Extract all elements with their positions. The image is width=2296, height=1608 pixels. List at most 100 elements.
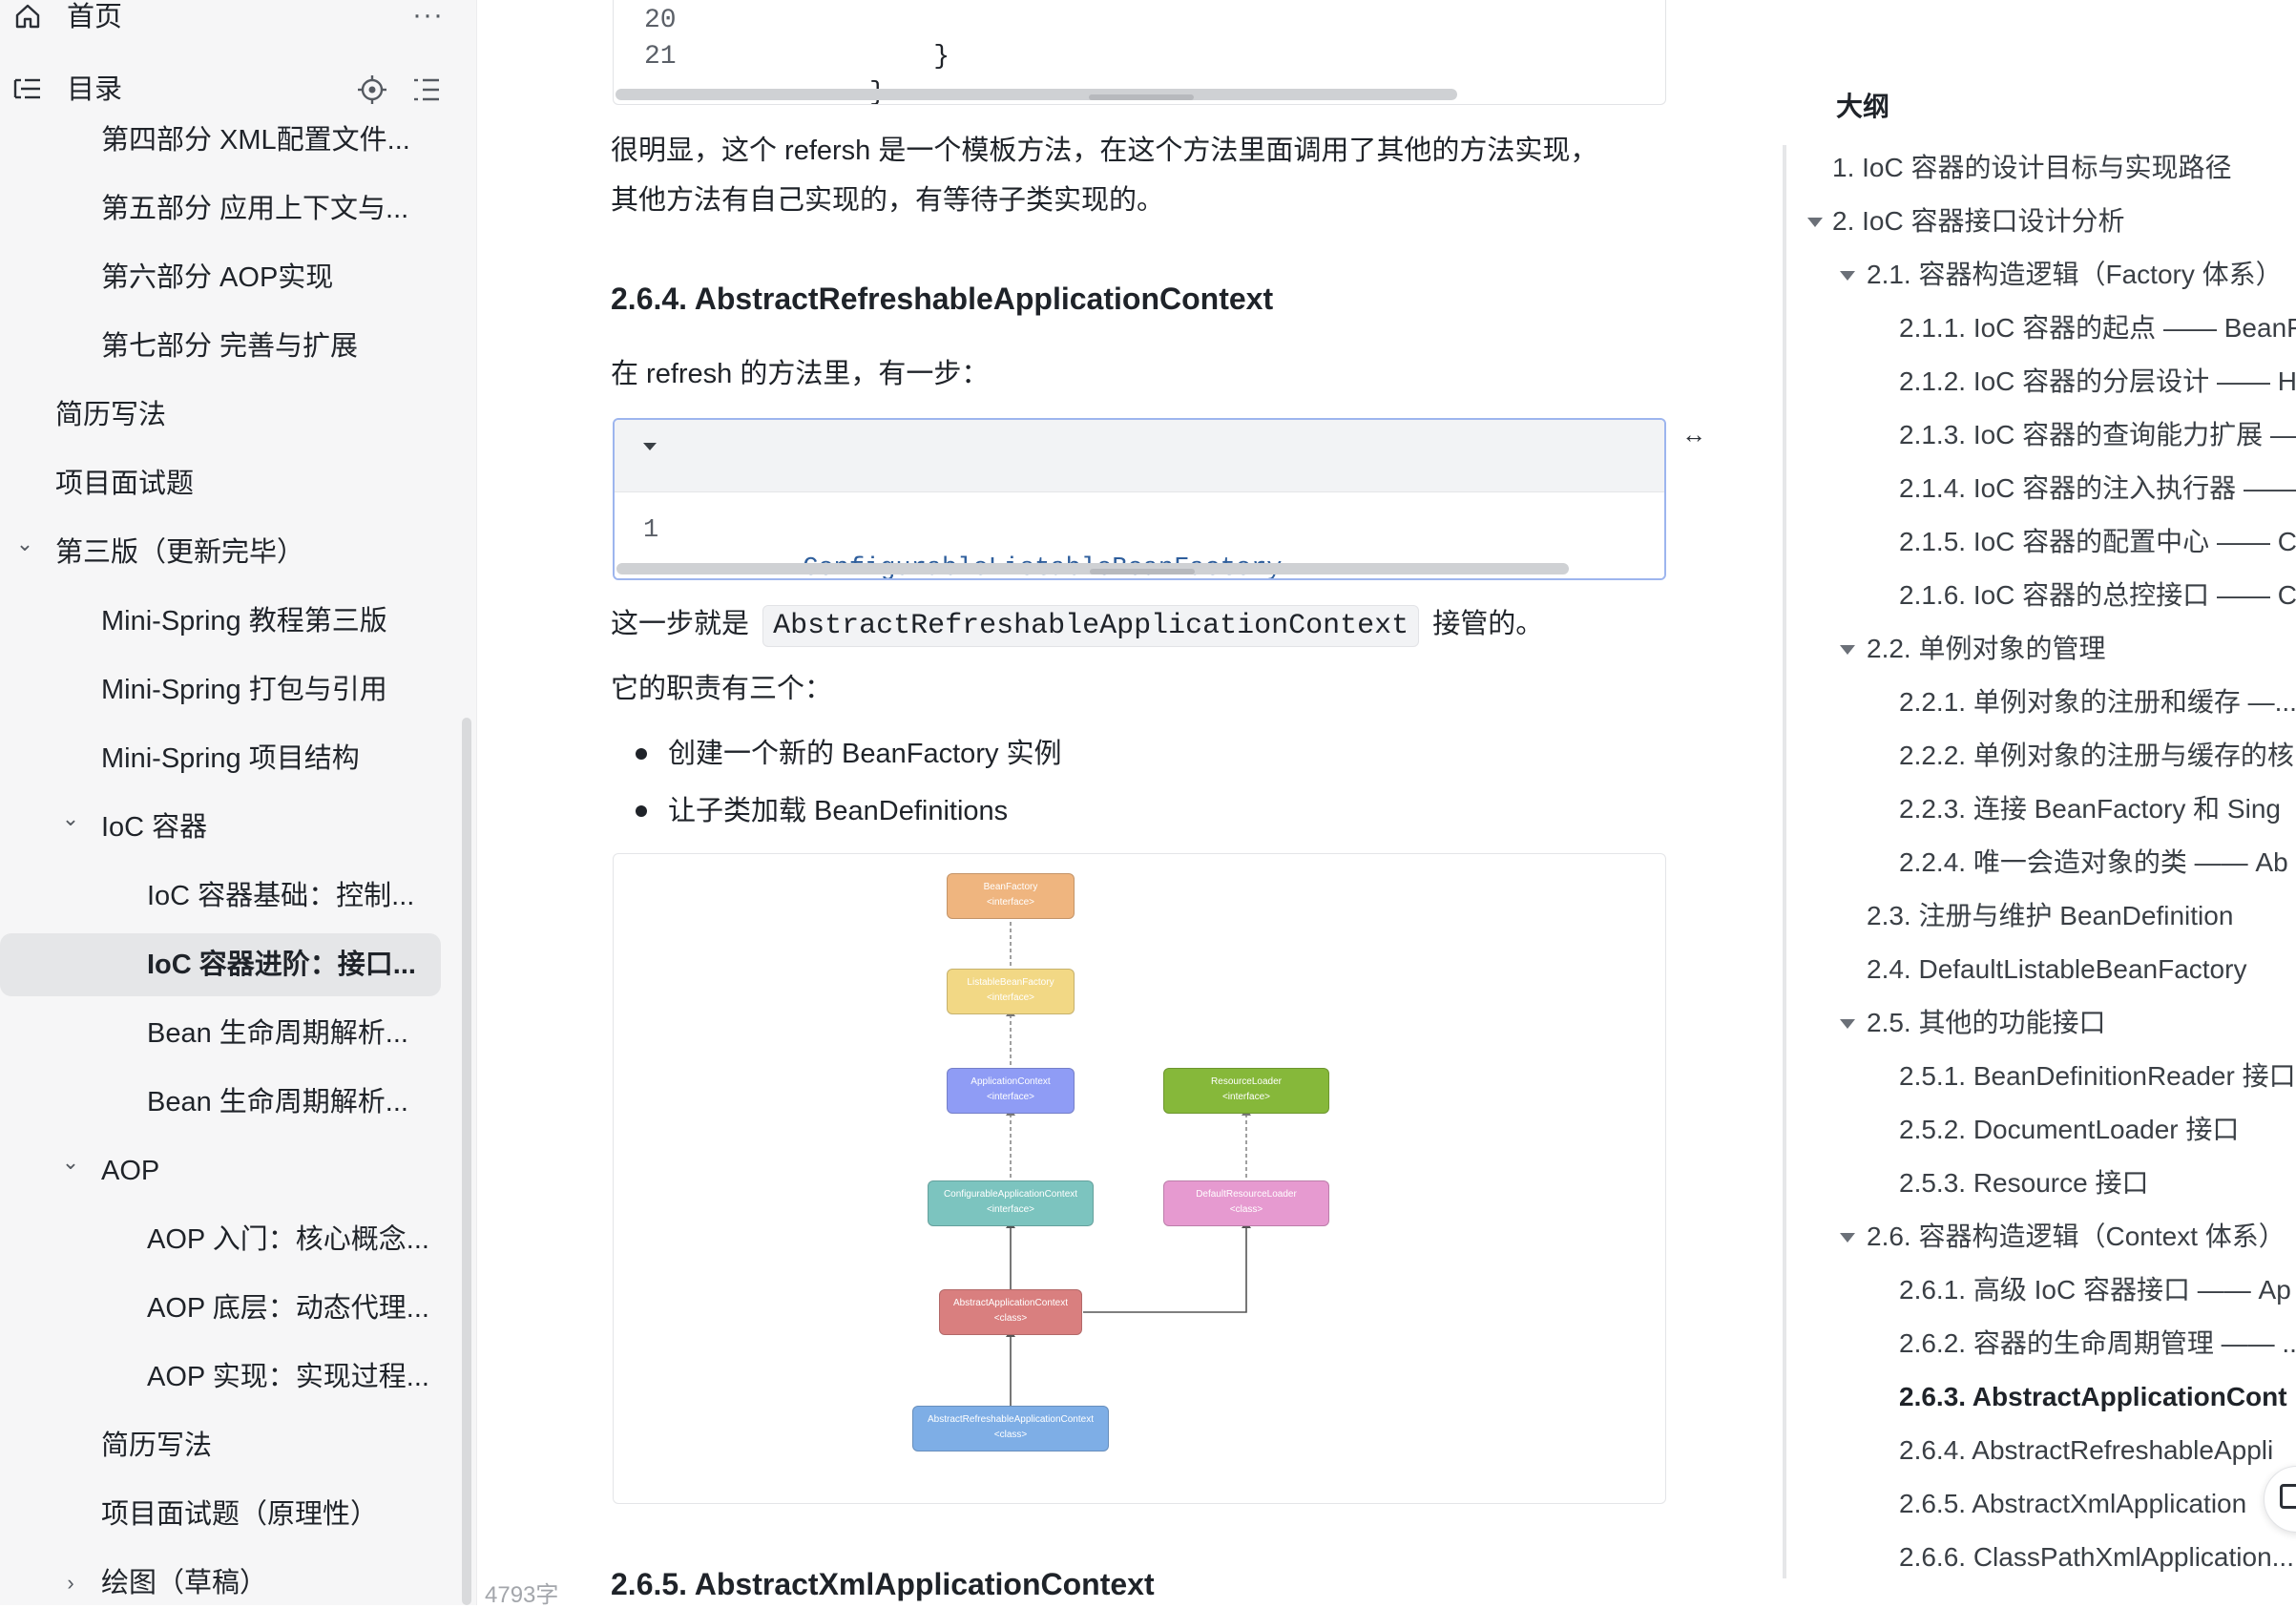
outline-item[interactable]: 2.6.3. AbstractApplicationCont bbox=[1899, 1370, 2287, 1424]
diagram-node-kind: <class> bbox=[993, 1313, 1028, 1324]
sidebar-item[interactable]: 简历写法 bbox=[0, 1414, 441, 1477]
sidebar-item-label: 项目面试题（原理性） bbox=[101, 1499, 379, 1530]
outline-item[interactable]: 2.5.1. BeanDefinitionReader 接口 bbox=[1899, 1050, 2296, 1103]
sidebar-item[interactable]: Bean 生命周期解析... bbox=[0, 1002, 441, 1065]
sidebar-item[interactable]: 第五部分 应用上下文与... bbox=[0, 178, 441, 240]
sidebar-item[interactable]: ⌄ 第三版（更新完毕） bbox=[0, 521, 441, 584]
home-row[interactable]: 首页 ··· bbox=[0, 0, 449, 38]
code-block[interactable]: 1 ConfigurableListableBeanFactory beanFa… bbox=[613, 418, 1666, 580]
diagram-node-kind: <interface> bbox=[1221, 1092, 1271, 1102]
paragraph-text: 这一步就是 bbox=[611, 609, 750, 639]
chevron-down-icon[interactable]: ⌄ bbox=[61, 808, 80, 829]
diagram-node-kind: <interface> bbox=[986, 1204, 1035, 1215]
sidebar-item[interactable]: AOP 底层：动态代理... bbox=[0, 1277, 441, 1340]
outline-item[interactable]: 2.6.1. 高级 IoC 容器接口 —— Ap bbox=[1899, 1263, 2291, 1317]
sidebar-item[interactable]: 第四部分 XML配置文件... bbox=[0, 109, 441, 172]
sidebar-item-label: IoC 容器进阶：接口... bbox=[147, 950, 416, 980]
chevron-down-icon[interactable]: ⌄ bbox=[15, 533, 34, 554]
outline-item[interactable]: 2.1. 容器构造逻辑（Factory 体系） bbox=[1867, 248, 2283, 302]
sidebar-item[interactable]: AOP 入门：核心概念... bbox=[0, 1208, 441, 1271]
outline-item[interactable]: 2.4. DefaultListableBeanFactory bbox=[1867, 943, 2246, 996]
outline-item[interactable]: 2.6.4. AbstractRefreshableAppli bbox=[1899, 1424, 2273, 1477]
outline-item[interactable]: 2.1.3. IoC 容器的查询能力扩展 — bbox=[1899, 408, 2296, 462]
outline-item[interactable]: 2. IoC 容器接口设计分析 bbox=[1832, 195, 2124, 248]
keyboard-icon bbox=[2280, 1484, 2296, 1509]
bullet-dot bbox=[636, 805, 647, 817]
outline-item[interactable]: 2.2.2. 单例对象的注册与缓存的核 bbox=[1899, 729, 2294, 783]
resize-handle[interactable] bbox=[1090, 569, 1195, 574]
outline-item[interactable]: 2.1.1. IoC 容器的起点 —— BeanF bbox=[1899, 302, 2296, 355]
chevron-right-icon[interactable]: › bbox=[61, 1573, 80, 1594]
code-line: 20 bbox=[644, 6, 677, 35]
code-collapse-icon[interactable] bbox=[643, 443, 657, 450]
diagram-node: AbstractRefreshableApplicationContext <cl… bbox=[912, 1406, 1109, 1451]
outline-item[interactable]: 2.2.1. 单例对象的注册和缓存 —... bbox=[1899, 676, 2296, 729]
outline-item[interactable]: 2.2. 单例对象的管理 bbox=[1867, 622, 2105, 676]
sidebar-item[interactable]: IoC 容器基础：控制... bbox=[0, 865, 441, 928]
toc-icon bbox=[13, 78, 40, 99]
diagram-node-title: AbstractRefreshableApplicationContext bbox=[928, 1414, 1094, 1425]
sidebar-item-label: Mini-Spring 项目结构 bbox=[101, 743, 360, 774]
sidebar-item[interactable]: 简历写法 bbox=[0, 384, 441, 447]
diagram-node-title: DefaultResourceLoader bbox=[1196, 1189, 1297, 1200]
sidebar-item[interactable]: 项目面试题（原理性） bbox=[0, 1483, 441, 1546]
chevron-down-icon[interactable]: ⌄ bbox=[61, 1152, 80, 1173]
outline-collapse-icon[interactable] bbox=[1840, 1233, 1855, 1243]
class-hierarchy-diagram[interactable]: BeanFactory <interface> ListableBeanFactor… bbox=[613, 853, 1666, 1504]
diagram-node-title: ResourceLoader bbox=[1211, 1076, 1282, 1087]
outline-item[interactable]: 2.3. 注册与维护 BeanDefinition bbox=[1867, 889, 2233, 943]
outline-item[interactable]: 2.1.2. IoC 容器的分层设计 —— H bbox=[1899, 355, 2296, 408]
expand-width-icon[interactable]: ↔ bbox=[1681, 420, 1706, 449]
code-block-top: 20 } 21 } bbox=[613, 0, 1666, 105]
code-hscrollbar[interactable] bbox=[616, 89, 1457, 100]
outline-item[interactable]: 2.1.6. IoC 容器的总控接口 —— C bbox=[1899, 569, 2296, 622]
outline-collapse-icon[interactable] bbox=[1807, 218, 1823, 227]
sidebar-item[interactable]: 项目面试题 bbox=[0, 452, 441, 515]
sidebar-item[interactable]: Mini-Spring 打包与引用 bbox=[0, 658, 441, 721]
resize-handle[interactable] bbox=[1089, 94, 1194, 100]
list-collapse-icon[interactable] bbox=[412, 76, 441, 103]
sidebar-item-label: AOP 入门：核心概念... bbox=[147, 1224, 429, 1255]
sidebar-item[interactable]: Mini-Spring 教程第三版 bbox=[0, 590, 441, 653]
paragraph: 它的职责有三个： bbox=[611, 674, 833, 704]
sidebar-item[interactable]: ⌄ AOP bbox=[0, 1139, 441, 1202]
sidebar-item[interactable]: AOP 实现：实现过程... bbox=[0, 1346, 441, 1409]
sidebar-item[interactable]: 第六部分 AOP实现 bbox=[0, 246, 441, 309]
diagram-node-kind: <class> bbox=[993, 1430, 1028, 1440]
outline-item[interactable]: 2.5. 其他的功能接口 bbox=[1867, 996, 2105, 1050]
sidebar-item[interactable]: 第七部分 完善与扩展 bbox=[0, 315, 441, 378]
toc-header[interactable]: 目录 bbox=[0, 71, 449, 109]
more-icon[interactable]: ··· bbox=[412, 0, 444, 32]
outline-item[interactable]: 2.2.3. 连接 BeanFactory 和 Sing bbox=[1899, 783, 2281, 836]
outline-item[interactable]: 1. IoC 容器的设计目标与实现路径 bbox=[1832, 141, 2231, 195]
outline-item[interactable]: 2.6.5. AbstractXmlApplication bbox=[1899, 1477, 2246, 1531]
outline-item[interactable]: 2.6.2. 容器的生命周期管理 —— ... bbox=[1899, 1317, 2296, 1370]
sidebar-item-label: 第三版（更新完毕） bbox=[55, 537, 305, 568]
locate-icon[interactable] bbox=[357, 74, 387, 105]
diagram-node: ListableBeanFactory <interface> bbox=[947, 969, 1075, 1014]
outline-collapse-icon[interactable] bbox=[1840, 271, 1855, 281]
diagram-node-kind: <interface> bbox=[986, 1092, 1035, 1102]
sidebar-item[interactable]: › 绘图（草稿） bbox=[0, 1552, 441, 1605]
sidebar-item-label: IoC 容器 bbox=[101, 812, 208, 843]
sidebar-item[interactable]: ⌄ IoC 容器 bbox=[0, 796, 441, 859]
code-line: 21 bbox=[644, 42, 677, 72]
outline-item[interactable]: 2.5.2. DocumentLoader 接口 bbox=[1899, 1103, 2239, 1157]
outline-item[interactable]: 2.1.5. IoC 容器的配置中心 —— C bbox=[1899, 515, 2296, 569]
outline-collapse-icon[interactable] bbox=[1840, 1019, 1855, 1029]
outline-collapse-icon[interactable] bbox=[1840, 645, 1855, 655]
sidebar-item-label: 简历写法 bbox=[101, 1430, 213, 1461]
heading-2-6-4: 2.6.4. AbstractRefreshableApplicationCon… bbox=[611, 282, 1274, 316]
outline-item[interactable]: 2.5.3. Resource 接口 bbox=[1899, 1157, 2148, 1210]
outline-item[interactable]: 2.6.6. ClassPathXmlApplication... bbox=[1899, 1531, 2294, 1584]
outline-item[interactable]: 2.2.4. 唯一会造对象的类 —— Ab bbox=[1899, 836, 2288, 889]
sidebar-item[interactable]: IoC 容器进阶：接口... bbox=[0, 933, 441, 996]
diagram-node: ConfigurableApplicationContext <interface… bbox=[928, 1180, 1094, 1226]
sidebar-scrollbar[interactable] bbox=[462, 718, 471, 1605]
outline-item[interactable]: 2.1.4. IoC 容器的注入执行器 —— bbox=[1899, 462, 2296, 515]
sidebar-item[interactable]: Mini-Spring 项目结构 bbox=[0, 727, 441, 790]
outline-item[interactable]: 2.6. 容器构造逻辑（Context 体系） bbox=[1867, 1210, 2286, 1263]
diagram-node: AbstractApplicationContext <class> bbox=[939, 1289, 1082, 1335]
sidebar-item[interactable]: Bean 生命周期解析... bbox=[0, 1071, 441, 1134]
code-block-header bbox=[615, 420, 1664, 492]
